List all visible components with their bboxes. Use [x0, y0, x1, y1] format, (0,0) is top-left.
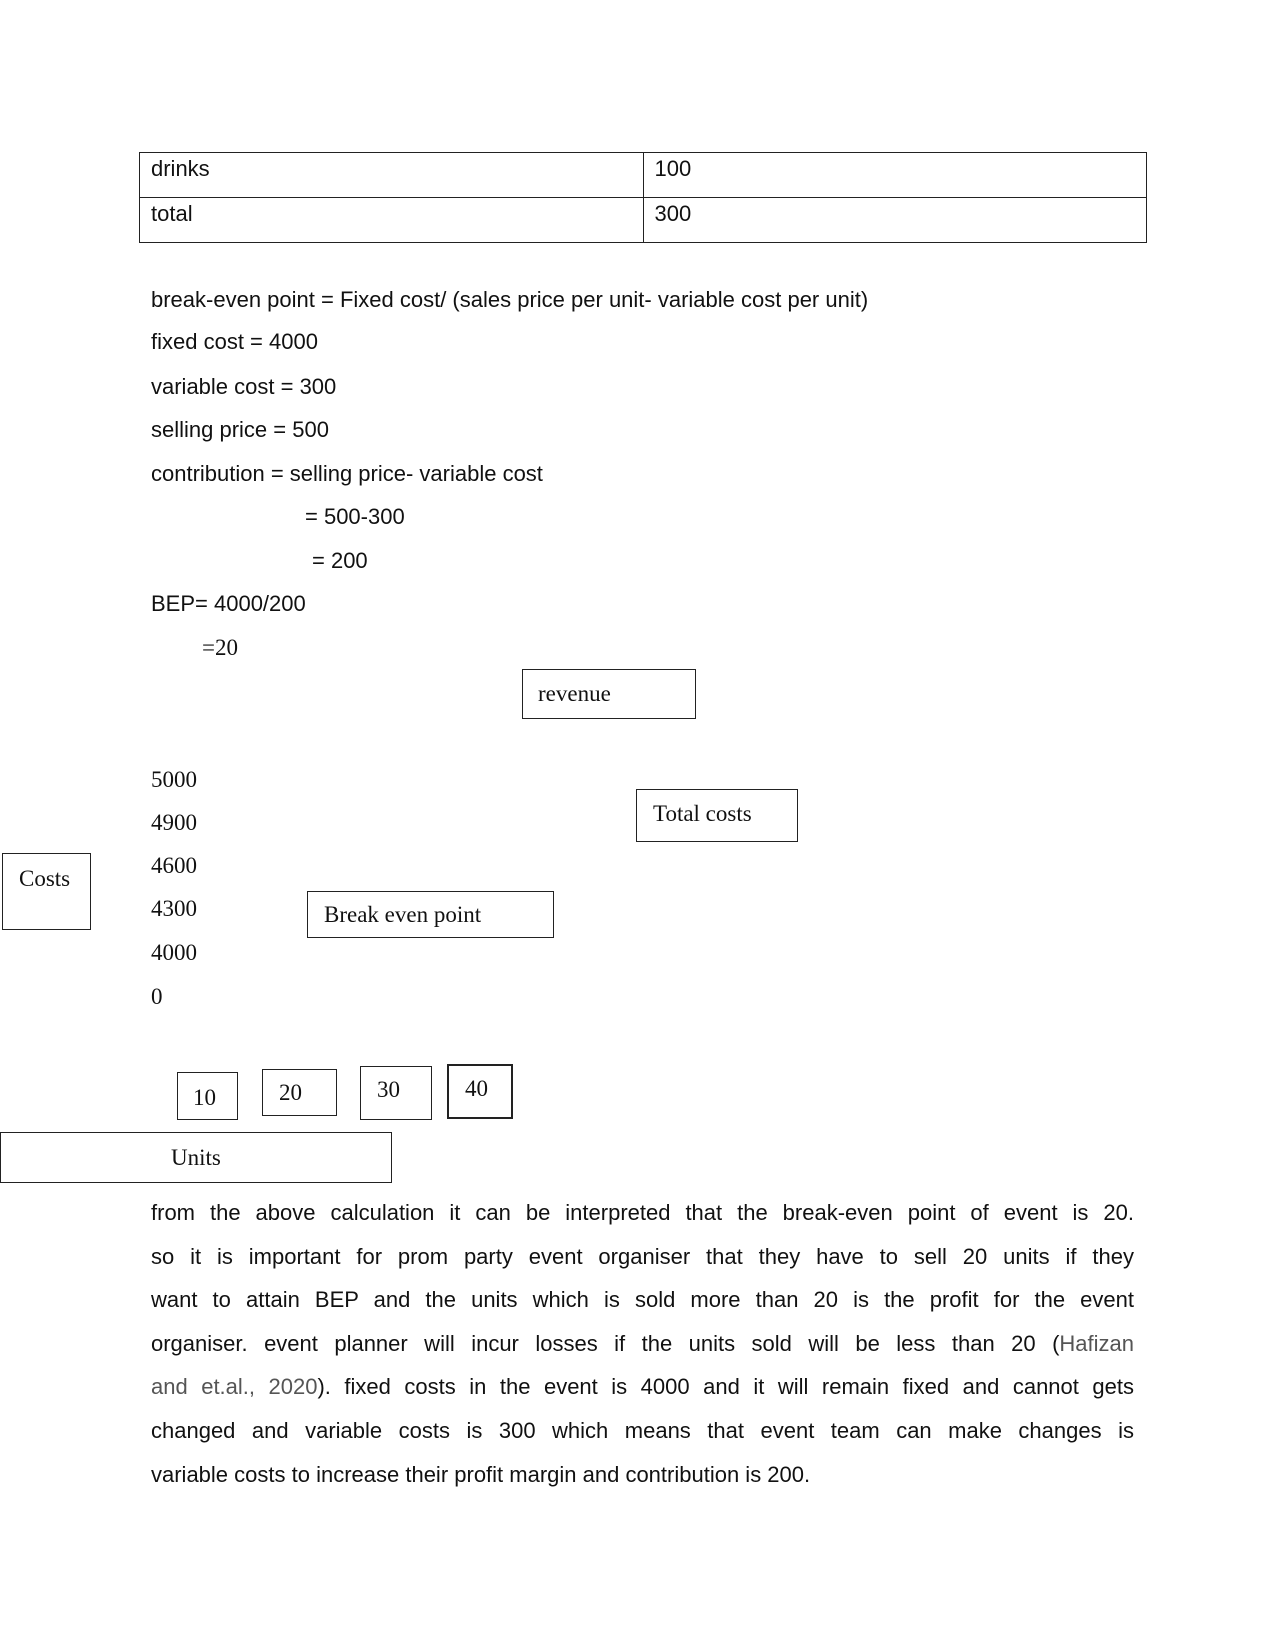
paragraph-line: variable costs to increase their profit …	[151, 1461, 811, 1487]
x-tick: 10	[193, 1085, 216, 1110]
items-table: drinks 100 total 300	[139, 152, 1147, 243]
revenue-label-box: revenue	[522, 669, 696, 719]
table-row: drinks 100	[139, 152, 1147, 198]
paragraph-line: from the above calculation it can be int…	[151, 1200, 1134, 1225]
table-row: total 300	[139, 197, 1147, 243]
paragraph-line: want to attain BEP and the units which i…	[151, 1287, 1134, 1313]
paragraph-line: organiser. event planner will incur loss…	[151, 1322, 1134, 1366]
x-tick: 40	[465, 1076, 488, 1101]
y-tick: 0	[151, 984, 163, 1009]
bep-formula: break-even point = Fixed cost/ (sales pr…	[151, 287, 869, 312]
contribution-line: contribution = selling price- variable c…	[151, 461, 543, 486]
bep-result: =20	[202, 635, 238, 660]
contribution-step: = 500-300	[305, 504, 405, 529]
table-cell-value: 100	[642, 152, 1147, 198]
table-cell-item: drinks	[139, 152, 644, 198]
paragraph-text: organiser. event planner will incur loss…	[151, 1330, 1060, 1356]
break-even-label: Break even point	[324, 902, 482, 927]
y-tick: 4600	[151, 853, 197, 878]
x-tick-box: 10	[177, 1072, 238, 1120]
y-tick: 4000	[151, 940, 197, 965]
paragraph-line: so it is important for prom party event …	[151, 1243, 1134, 1269]
y-tick: 4300	[151, 896, 197, 921]
citation: and et.al., 2020	[151, 1374, 318, 1400]
total-costs-label: Total costs	[653, 801, 752, 826]
costs-axis-label-box: Costs	[2, 853, 91, 930]
costs-axis-label: Costs	[19, 866, 71, 891]
citation: Hafizan	[1059, 1330, 1134, 1356]
table-cell-item: total	[139, 197, 644, 243]
paragraph-line: and et.al., 2020). fixed costs in the ev…	[151, 1365, 1134, 1409]
y-tick: 5000	[151, 767, 197, 792]
units-axis-label-box: Units	[0, 1132, 392, 1183]
x-tick: 20	[279, 1080, 302, 1105]
x-tick-box: 20	[262, 1069, 337, 1116]
selling-price-line: selling price = 500	[151, 417, 329, 442]
x-tick-box: 30	[360, 1066, 432, 1120]
x-tick: 30	[377, 1077, 400, 1102]
fixed-cost-line: fixed cost = 4000	[151, 329, 318, 354]
y-tick: 4900	[151, 810, 197, 835]
x-tick-box: 40	[447, 1064, 513, 1119]
table-cell-value: 300	[642, 197, 1147, 243]
variable-cost-line: variable cost = 300	[151, 374, 337, 399]
paragraph-line: changed and variable costs is 300 which …	[151, 1417, 1134, 1443]
break-even-label-box: Break even point	[307, 891, 554, 938]
contribution-result: = 200	[312, 548, 368, 573]
paragraph-text: ). fixed costs in the event is 4000 and …	[317, 1374, 1134, 1400]
total-costs-label-box: Total costs	[636, 789, 798, 842]
revenue-label: revenue	[538, 681, 611, 706]
units-axis-label: Units	[171, 1145, 221, 1170]
interpretation-paragraph: from the above calculation it can be int…	[151, 1191, 1134, 1496]
bep-line: BEP= 4000/200	[151, 591, 306, 616]
